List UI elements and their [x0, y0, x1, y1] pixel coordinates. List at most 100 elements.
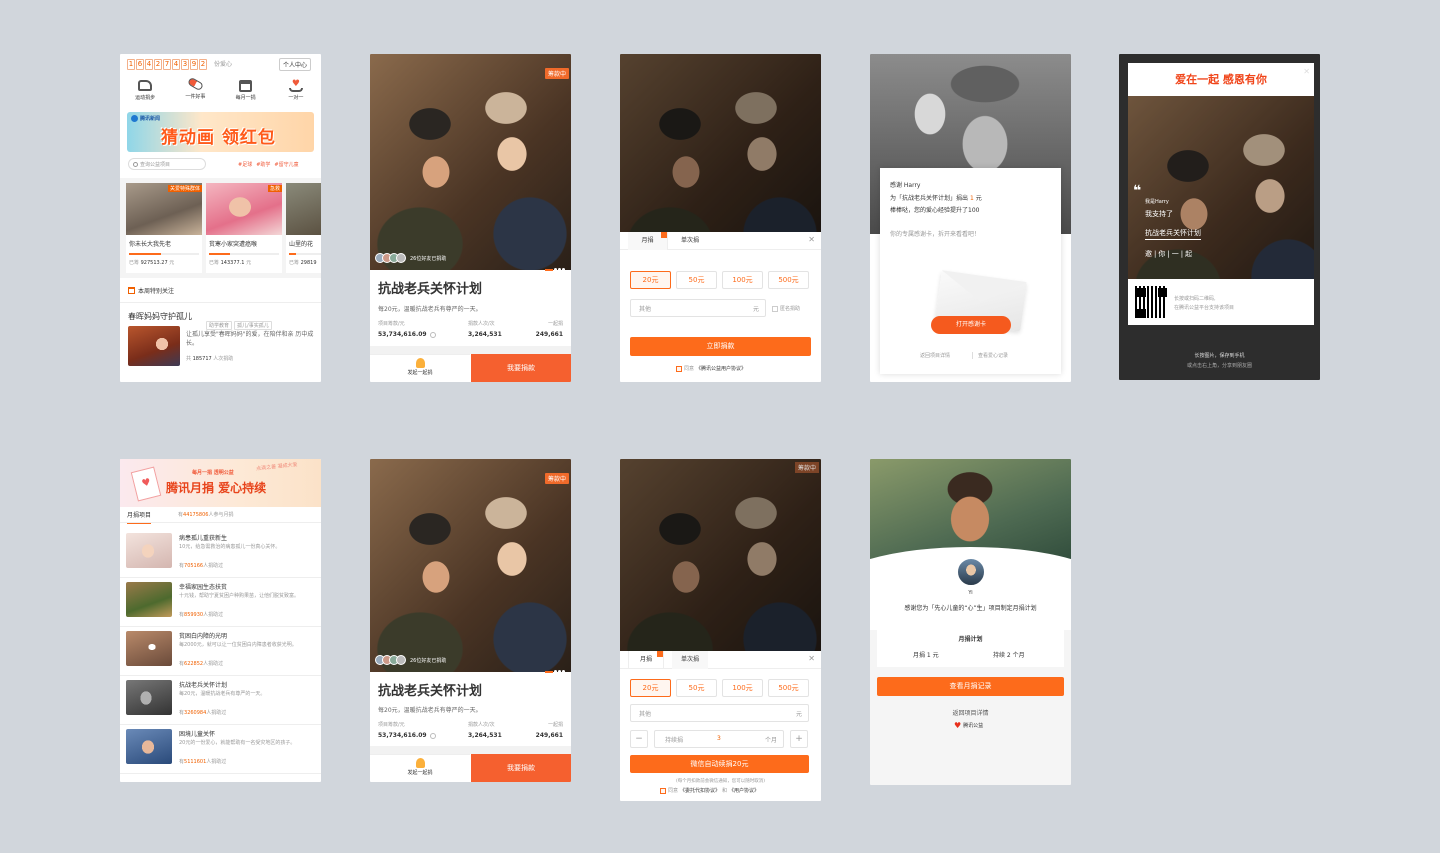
other-amount-input[interactable]: 其他 元: [630, 299, 766, 317]
amount-option[interactable]: 50元: [676, 271, 717, 289]
counter-digit: 7: [163, 59, 171, 70]
news-logo-icon: [131, 115, 138, 122]
amount-option[interactable]: 50元: [676, 679, 717, 697]
list-item-title: 困境儿童关怀: [179, 731, 216, 738]
auto-renew-button[interactable]: 微信自动续捐20元: [630, 755, 809, 773]
status-badge: 筹款中: [544, 473, 569, 484]
friend-avatars[interactable]: 26位好友已捐助: [375, 253, 446, 263]
project-card[interactable]: 山里的花 已筹 29819: [286, 183, 321, 273]
duration-input[interactable]: 持续捐 3 个月: [654, 730, 784, 748]
agreement-link[interactable]: 《委托代扣协议》: [680, 787, 720, 794]
carousel-dots[interactable]: [545, 658, 565, 677]
tab-monthly[interactable]: 月捐: [628, 232, 668, 250]
tab-monthly[interactable]: 月捐: [628, 651, 664, 669]
nav-row: 运动捐步 一件好事 每月一捐 ♥ 一对一: [120, 76, 321, 101]
monthly-banner: ♥ 每月一捐 透明公益 腾讯月捐 爱心持续 点滴之善 凝成大爱: [120, 459, 321, 507]
open-card-button[interactable]: 打开感谢卡: [931, 316, 1011, 334]
hero-photo: [370, 54, 571, 270]
launch-together-button[interactable]: 发起一起捐: [370, 354, 470, 382]
love-counter: 164274392 份爱心: [127, 59, 232, 70]
sheet-tabs: 月捐 单次捐 ✕: [620, 232, 821, 250]
quote-user: 我是Harry: [1145, 199, 1169, 205]
section-gap: [370, 346, 571, 354]
feature-tag: 孤儿/事实孤儿: [234, 321, 272, 330]
amount-option[interactable]: 20元: [630, 679, 671, 697]
close-icon[interactable]: ✕: [1303, 67, 1310, 76]
back-to-detail-link[interactable]: 返回项目详情: [920, 352, 950, 359]
thanks-line3: 你的专属感谢卡，拆开来看看吧！: [890, 231, 981, 238]
checkbox-checked-icon[interactable]: [676, 365, 682, 372]
tab-single[interactable]: 单次捐: [672, 651, 708, 669]
list-item-desc: 10元，给急需救治的病患孤儿一份真心关怀。: [179, 544, 281, 550]
close-icon[interactable]: ✕: [808, 654, 815, 663]
other-amount-input[interactable]: 其他 元: [630, 704, 809, 722]
thanks-line1: 为「抗战老兵关怀计划」捐出 1 元: [890, 195, 982, 202]
status-badge: 筹款中: [544, 68, 569, 79]
personal-center-button[interactable]: 个人中心: [278, 58, 311, 71]
banner-title: 猜动画 领红包: [161, 128, 276, 148]
close-icon[interactable]: ✕: [808, 235, 815, 244]
shoe-icon: [138, 80, 153, 91]
launch-together-button[interactable]: 发起一起捐: [370, 754, 470, 782]
tab-single[interactable]: 单次捐: [672, 232, 708, 250]
stat-value: 3,264,531: [468, 732, 502, 739]
quote-support: 我支持了: [1145, 210, 1173, 218]
status-badge: 筹款中: [794, 462, 819, 473]
agreement-link[interactable]: 《用户协议》: [729, 787, 759, 794]
nav-good-deed[interactable]: 一件好事: [171, 76, 219, 101]
hot-tag[interactable]: #助学: [256, 161, 270, 168]
amount-option[interactable]: 500元: [768, 679, 809, 697]
plan-duration: 持续 2 个月: [993, 652, 1025, 659]
search-input[interactable]: 查询公益项目: [128, 158, 206, 170]
counter-digit: 4: [172, 59, 180, 70]
card-header: 爱在一起 感恩有你: [1175, 73, 1267, 86]
info-icon[interactable]: [430, 332, 436, 338]
anonymous-checkbox[interactable]: 匿名捐助: [772, 305, 800, 312]
nav-one-on-one[interactable]: ♥ 一对一: [272, 79, 320, 101]
promo-banner[interactable]: 腾讯新闻 猜动画 领红包: [127, 112, 314, 152]
agreement-link[interactable]: 《腾讯公益用户协议》: [696, 365, 746, 372]
donate-button[interactable]: 我要捐款: [471, 354, 571, 382]
nav-walk[interactable]: 运动捐步: [121, 80, 169, 101]
amount-option[interactable]: 100元: [722, 679, 763, 697]
qr-code[interactable]: [1134, 285, 1168, 319]
project-card[interactable]: 急救 贫寒小家突遭癌喉 已筹 143377.1 元: [206, 183, 282, 273]
amount-option[interactable]: 100元: [722, 271, 763, 289]
list-item[interactable]: 幸福家园生态扶贫 十元钱，帮助宁夏贫困户种购果苗，让他们脱贫致富。 有859930人…: [120, 578, 321, 627]
friend-avatars[interactable]: 26位好友已捐助: [375, 655, 446, 665]
back-to-detail-link[interactable]: 返回项目详情: [870, 708, 1071, 717]
list-item[interactable]: 病患孤儿重获新生 10元，给急需救治的病患孤儿一份真心关怀。 有705166人捐助过: [120, 529, 321, 578]
love-record-link[interactable]: 查看爱心记录: [978, 352, 1008, 359]
project-card[interactable]: 关爱特殊群体 你未长大我先老 已筹 927513.27 元: [126, 183, 202, 273]
nav-monthly[interactable]: 每月一捐: [222, 80, 270, 101]
tab-corner-mark: [661, 232, 667, 238]
plus-button[interactable]: +: [790, 730, 808, 748]
hot-tag[interactable]: #留守儿童: [274, 161, 298, 168]
checkbox-checked-icon[interactable]: [660, 787, 666, 794]
list-item[interactable]: 贫困白内障的光明 每2000元，就可以让一位贫困白内障患者收获光明。 有622852…: [120, 627, 321, 676]
donate-button[interactable]: 我要捐款: [471, 754, 571, 782]
project-title: 贫寒小家突遭癌喉: [209, 241, 258, 248]
carousel-dots[interactable]: [545, 256, 565, 275]
list-item-desc: 每20元，温暖抗战老兵有尊严的一天。: [179, 691, 266, 697]
amount-option[interactable]: 500元: [768, 271, 809, 289]
counter-digit: 2: [199, 59, 207, 70]
list-item[interactable]: 抗战老兵关怀计划 每20元，温暖抗战老兵有尊严的一天。 有3260984人捐助过: [120, 676, 321, 725]
amount-option[interactable]: 20元: [630, 271, 671, 289]
banner-script: 点滴之善 凝成大爱: [255, 461, 298, 473]
section-gap: [370, 746, 571, 754]
hot-tag[interactable]: #足球: [238, 161, 252, 168]
info-icon[interactable]: [430, 733, 436, 739]
list-item-count: 有3260984人捐助过: [179, 710, 227, 716]
view-record-button[interactable]: 查看月捐记录: [877, 677, 1064, 696]
minus-button[interactable]: −: [630, 730, 648, 748]
plan-card: 月捐计划 月捐 1 元 持续 2 个月: [877, 627, 1064, 667]
donate-now-button[interactable]: 立即捐款: [630, 337, 811, 356]
auto-renew-note: (每个月扣款前会微信通知，您可以随时取消): [675, 778, 766, 784]
thanks-text: 感谢您为「先心儿童的“心”生」项目制定月捐计划: [870, 603, 1071, 630]
feature-title[interactable]: 春晖妈妈守护孤儿: [128, 311, 192, 322]
list-item[interactable]: 困境儿童关怀 20元的一份爱心，就能帮助有一名受灾地区的孩子。 有5111601人捐…: [120, 725, 321, 774]
screen-home: 164274392 份爱心 个人中心 运动捐步 一件好事 每月一捐 ♥ 一对一 …: [120, 54, 321, 382]
counter-digit: 3: [181, 59, 189, 70]
project-title: 你未长大我先老: [129, 241, 172, 248]
